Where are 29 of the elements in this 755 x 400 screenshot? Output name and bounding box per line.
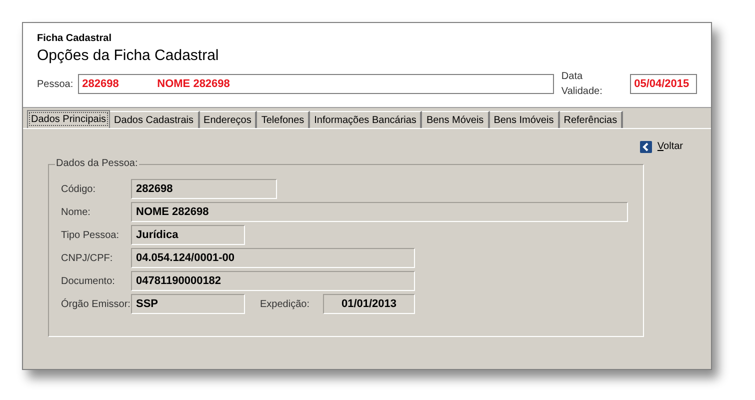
field-value: 04781190000182 — [131, 271, 415, 291]
field-value: 282698 — [131, 179, 277, 199]
field-label: Tipo Pessoa: — [61, 228, 120, 242]
field-value: 01/01/2013 — [323, 294, 415, 314]
person-label: Pessoa: — [37, 78, 74, 92]
tab[interactable]: Informações Bancárias — [310, 111, 422, 128]
field-label: Expedição: — [260, 298, 310, 312]
field-label: Nome: — [61, 206, 92, 220]
field-value: SSP — [131, 294, 245, 314]
field-label: Documento: — [61, 274, 116, 288]
field-label: Código: — [61, 182, 96, 196]
form-title: Opções da Ficha Cadastral — [37, 46, 220, 66]
field-label: CNPJ/CPF: — [61, 252, 114, 266]
field-label: Órgão Emissor: — [61, 297, 131, 312]
tab[interactable]: Dados Cadastrais — [110, 111, 200, 128]
tab[interactable]: Telefones — [257, 111, 310, 128]
field-value: 04.054.124/0001-00 — [131, 248, 415, 268]
validity-label: Data Validade: — [561, 70, 604, 99]
tab[interactable]: Dados Principais — [27, 110, 110, 128]
tab[interactable]: Endereços — [200, 111, 258, 128]
validity-field[interactable]: 05/04/2015 — [630, 74, 697, 94]
back-link[interactable]: Voltar — [640, 139, 683, 154]
tab[interactable]: Referências — [560, 111, 624, 128]
tab[interactable]: Bens Móveis — [422, 111, 490, 128]
tab[interactable]: Bens Imóveis — [490, 111, 560, 128]
field-value: Jurídica — [131, 225, 245, 245]
person-field[interactable]: 282698 NOME 282698 — [78, 74, 554, 94]
form-subtitle: Ficha Cadastral — [37, 33, 112, 45]
field-value: NOME 282698 — [131, 202, 628, 222]
